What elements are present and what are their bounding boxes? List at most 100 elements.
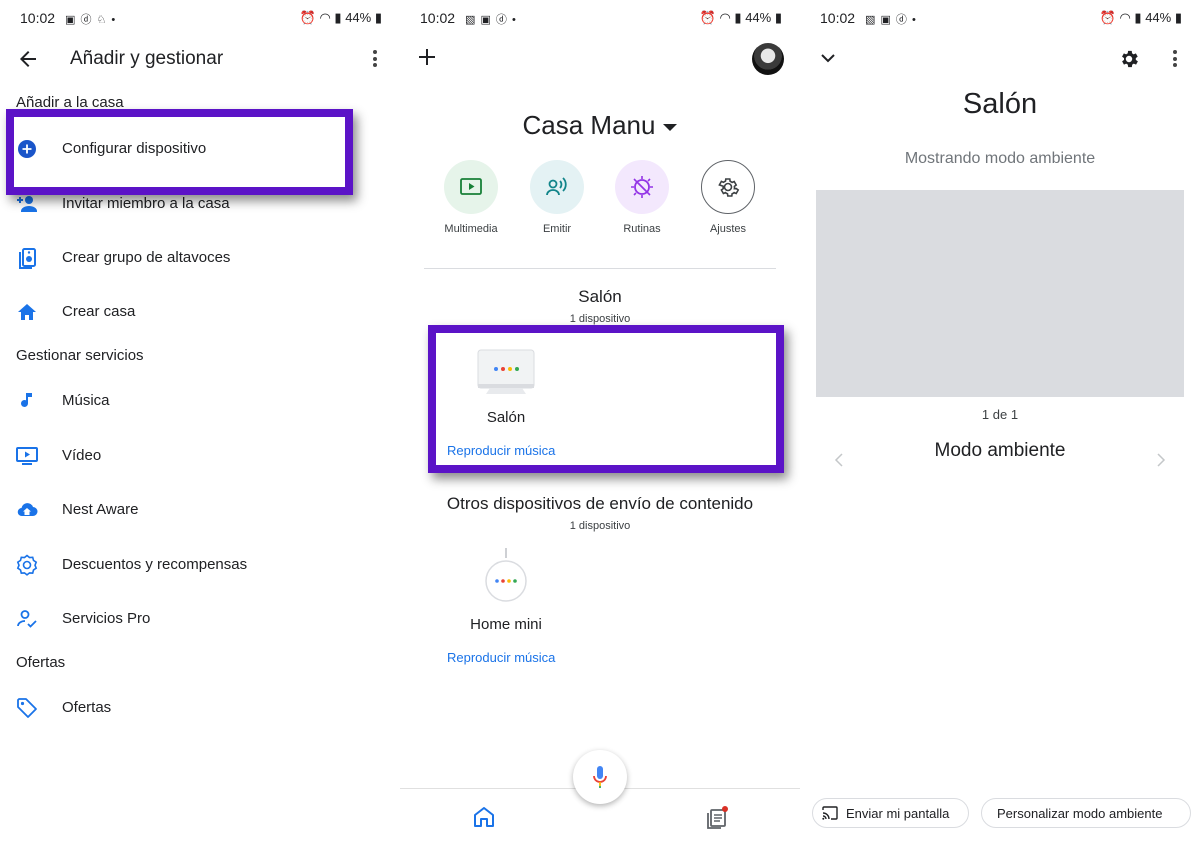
home-name: Casa Manu bbox=[522, 110, 656, 140]
section-add-to-home: Añadir a la casa bbox=[16, 94, 124, 111]
menu-item-label: Descuentos y recompensas bbox=[62, 556, 248, 573]
room-title: Otros dispositivos de envío de contenido bbox=[446, 494, 754, 513]
status-time: 10:02 bbox=[420, 10, 456, 26]
person-add-icon bbox=[17, 196, 37, 212]
menu-item-label: Nest Aware bbox=[62, 501, 139, 518]
add-manage-screen: 10:02 ▣ ⓓ ♘ • ⏰ ◠ ▮ 44% ▮ Añadir y gesti… bbox=[0, 0, 400, 844]
chip-label: Enviar mi pantalla bbox=[846, 806, 950, 821]
back-arrow-icon[interactable] bbox=[16, 47, 40, 71]
routines-icon bbox=[615, 160, 669, 214]
menu-item-configure-device[interactable]: Configurar dispositivo bbox=[0, 130, 400, 170]
section-manage-services: Gestionar servicios bbox=[16, 347, 144, 364]
room-device-count: 1 dispositivo bbox=[569, 313, 631, 325]
assistant-mic-button[interactable] bbox=[573, 750, 627, 804]
shortcut-label: Rutinas bbox=[623, 223, 661, 235]
shortcut-routines[interactable]: Rutinas bbox=[607, 160, 677, 235]
notification-icons: ▧ ▣ ⓓ • bbox=[465, 14, 517, 26]
media-icon bbox=[444, 160, 498, 214]
gear-icon[interactable] bbox=[1118, 48, 1140, 70]
status-right: ⏰ ◠ ▮ 44% ▮ bbox=[299, 10, 382, 25]
dropdown-icon bbox=[663, 123, 678, 131]
ambient-preview-image bbox=[816, 190, 1184, 397]
menu-item-label: Vídeo bbox=[62, 447, 102, 464]
cloud-home-icon bbox=[17, 503, 38, 517]
menu-item-label: Invitar miembro a la casa bbox=[62, 195, 230, 212]
status-bar: 10:02 ▣ ⓓ ♘ • ⏰ ◠ ▮ 44% ▮ bbox=[20, 10, 382, 28]
menu-item-label: Música bbox=[62, 392, 110, 409]
room-title: Salón bbox=[578, 287, 622, 306]
device-name: Home mini bbox=[470, 616, 542, 633]
device-title: Salón bbox=[962, 88, 1038, 120]
customize-ambient-button[interactable]: Personalizar modo ambiente bbox=[981, 798, 1191, 828]
notification-icons: ▣ ⓓ ♘ • bbox=[65, 14, 117, 26]
menu-item-label: Crear grupo de altavoces bbox=[62, 249, 231, 266]
menu-item-nest-aware[interactable]: Nest Aware bbox=[0, 491, 400, 531]
more-vert-icon[interactable] bbox=[1172, 50, 1178, 72]
home-screen: 10:02 ▧ ▣ ⓓ • ⏰ ◠ ▮ 44% ▮ Casa Manu Mult… bbox=[400, 0, 800, 844]
feed-tab-icon[interactable] bbox=[705, 804, 731, 830]
account-avatar[interactable] bbox=[752, 43, 784, 75]
chevron-down-icon[interactable] bbox=[820, 50, 836, 66]
status-right: ⏰ ◠ ▮ 44% ▮ bbox=[1099, 10, 1182, 25]
shortcut-cast[interactable]: Emitir bbox=[522, 160, 592, 235]
more-vert-icon[interactable] bbox=[372, 50, 378, 72]
play-music-link[interactable]: Reproducir música bbox=[447, 443, 555, 458]
shortcut-settings[interactable]: Ajustes bbox=[693, 160, 763, 235]
nest-hub-device-icon[interactable] bbox=[476, 348, 536, 396]
notification-icons: ▧ ▣ ⓓ • bbox=[865, 14, 917, 26]
preview-pager: 1 de 1 bbox=[981, 407, 1019, 422]
menu-item-offers-rewards[interactable]: Descuentos y recompensas bbox=[0, 546, 400, 586]
battery-level: 44% bbox=[345, 10, 372, 25]
badge-percent-icon bbox=[16, 554, 38, 576]
status-time: 10:02 bbox=[820, 10, 856, 26]
menu-item-label: Crear casa bbox=[62, 303, 136, 320]
menu-item-pro-services[interactable]: Servicios Pro bbox=[0, 600, 400, 640]
settings-gear-icon bbox=[701, 160, 755, 214]
status-right: ⏰ ◠ ▮ 44% ▮ bbox=[699, 10, 782, 25]
chip-label: Personalizar modo ambiente bbox=[997, 806, 1163, 821]
device-name: Salón bbox=[486, 409, 526, 426]
section-offers: Ofertas bbox=[16, 654, 66, 671]
device-detail-screen: 10:02 ▧ ▣ ⓓ • ⏰ ◠ ▮ 44% ▮ Salón Mostrand… bbox=[800, 0, 1200, 844]
video-tv-icon bbox=[16, 447, 38, 465]
home-tab-icon[interactable] bbox=[471, 804, 497, 830]
status-bar: 10:02 ▧ ▣ ⓓ • ⏰ ◠ ▮ 44% ▮ bbox=[420, 10, 782, 28]
menu-item-label: Ofertas bbox=[62, 699, 112, 716]
cast-person-icon bbox=[530, 160, 584, 214]
battery-level: 44% bbox=[745, 10, 772, 25]
menu-item-create-home[interactable]: Crear casa bbox=[0, 293, 400, 333]
room-device-count: 1 dispositivo bbox=[569, 520, 631, 532]
chevron-right-icon[interactable] bbox=[1156, 453, 1166, 467]
shortcut-media[interactable]: Multimedia bbox=[436, 160, 506, 235]
home-mini-device-icon[interactable] bbox=[484, 548, 528, 604]
device-status: Mostrando modo ambiente bbox=[904, 150, 1096, 167]
tag-icon bbox=[17, 698, 37, 718]
menu-item-invite-member[interactable]: Invitar miembro a la casa bbox=[0, 185, 400, 225]
status-bar: 10:02 ▧ ▣ ⓓ • ⏰ ◠ ▮ 44% ▮ bbox=[820, 10, 1182, 28]
shortcut-label: Ajustes bbox=[709, 223, 747, 235]
status-time: 10:02 bbox=[20, 10, 56, 26]
battery-level: 44% bbox=[1145, 10, 1172, 25]
mode-title: Modo ambiente bbox=[934, 440, 1066, 461]
menu-item-label: Configurar dispositivo bbox=[62, 140, 207, 157]
shortcut-label: Emitir bbox=[542, 223, 572, 235]
cast-my-screen-button[interactable]: Enviar mi pantalla bbox=[812, 798, 969, 828]
shortcut-label: Multimedia bbox=[444, 223, 498, 235]
add-circle-icon bbox=[18, 140, 36, 158]
menu-item-label: Servicios Pro bbox=[62, 610, 151, 627]
menu-item-video[interactable]: Vídeo bbox=[0, 437, 400, 477]
menu-item-create-speaker-group[interactable]: Crear grupo de altavoces bbox=[0, 239, 400, 279]
home-selector[interactable]: Casa Manu bbox=[400, 110, 800, 141]
add-icon[interactable] bbox=[418, 48, 436, 66]
menu-item-music[interactable]: Música bbox=[0, 382, 400, 422]
play-music-link[interactable]: Reproducir música bbox=[447, 650, 555, 665]
divider bbox=[424, 268, 776, 269]
page-title: Añadir y gestionar bbox=[70, 48, 224, 69]
home-icon bbox=[18, 304, 36, 320]
person-check-icon bbox=[17, 610, 37, 628]
speaker-group-icon bbox=[19, 248, 36, 269]
menu-item-offers[interactable]: Ofertas bbox=[0, 689, 400, 729]
music-note-icon bbox=[21, 393, 32, 407]
mic-icon bbox=[593, 766, 607, 788]
cast-icon bbox=[822, 806, 838, 820]
